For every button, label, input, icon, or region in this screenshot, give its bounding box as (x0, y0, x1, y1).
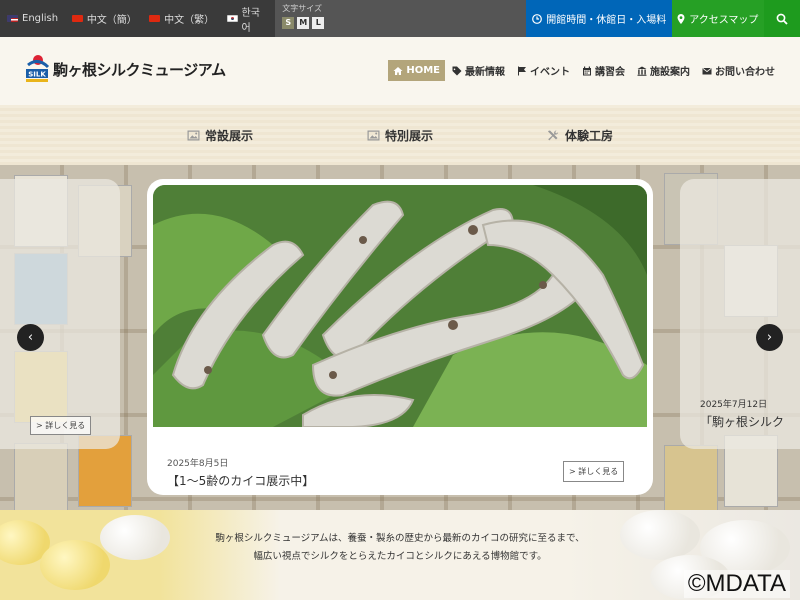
subnav-permanent-exhibit[interactable]: 常設展示 (187, 127, 253, 144)
calendar-icon (583, 66, 591, 75)
nav-facilities[interactable]: 施設案内 (632, 60, 695, 81)
hours-fees-link[interactable]: 開館時間・休館日・入場料 (526, 0, 673, 37)
poster-decoration (14, 443, 68, 510)
slide-previous[interactable]: > 詳しく見る (0, 179, 120, 449)
slider-next-button[interactable]: › (756, 324, 783, 351)
slide-more-link[interactable]: > 詳しく見る (563, 461, 625, 482)
poster-decoration (664, 445, 718, 510)
font-size-control: 文字サイズ S M L (275, 0, 527, 37)
map-pin-icon (677, 13, 685, 24)
search-button[interactable] (763, 0, 800, 37)
site-logo[interactable]: SILK 駒ヶ根シルクミュージアム (24, 53, 226, 85)
tw-flag-icon (149, 15, 161, 22)
lang-zh-traditional[interactable]: 中文（繁） (142, 0, 219, 37)
kr-flag-icon (226, 15, 238, 22)
top-bar: English 中文（簡） 中文（繁） 한국어 文字サイズ S M L 開館時間… (0, 0, 800, 37)
nav-home[interactable]: HOME (388, 60, 445, 81)
tag-icon (452, 66, 462, 75)
lang-korean[interactable]: 한국어 (220, 0, 276, 37)
nav-workshops[interactable]: 講習会 (577, 60, 630, 81)
clock-icon (532, 13, 543, 24)
tools-icon (547, 130, 559, 140)
slide-current[interactable]: 2025年8月5日 【1～5齢のカイコ展示中】 > 詳しく見る (147, 179, 653, 495)
slide-title: 【1～5齢のカイコ展示中】 (167, 474, 315, 488)
subnav-special-exhibit[interactable]: 特別展示 (367, 127, 433, 144)
slide-next-title: 「駒ヶ根シルク (700, 415, 785, 429)
intro-text: 駒ヶ根シルクミュージアムは、養蚕・製糸の歴史から最新のカイコの研究に至るまで、 … (215, 533, 585, 562)
copyright-watermark: ©MDATA (683, 570, 790, 598)
exhibit-nav: 常設展示 特別展示 体験工房 (0, 105, 800, 165)
search-icon (776, 13, 788, 25)
site-logo-text: 駒ヶ根シルクミュージアム (53, 60, 226, 79)
us-flag-icon (7, 15, 18, 22)
lang-english[interactable]: English (0, 0, 65, 37)
silkworm-photo (153, 185, 647, 427)
font-size-label: 文字サイズ (282, 4, 323, 13)
font-size-large-button[interactable]: L (312, 17, 325, 29)
mail-icon (702, 67, 712, 74)
slide-date: 2025年8月5日 (167, 459, 229, 469)
access-map-link[interactable]: アクセスマップ (672, 0, 764, 37)
news-slider: > 詳しく見る 2025年7月12日 「駒ヶ根シルク 2025年8月5日 【1～… (0, 165, 800, 510)
font-size-small-button[interactable]: S (282, 17, 295, 29)
slide-previous-more-link[interactable]: > 詳しく見る (30, 416, 92, 435)
home-icon (393, 66, 403, 75)
slider-prev-button[interactable]: ‹ (17, 324, 44, 351)
subnav-workshop[interactable]: 体験工房 (547, 127, 613, 144)
nav-contact[interactable]: お問い合わせ (697, 60, 780, 81)
font-size-medium-button[interactable]: M (297, 17, 310, 29)
slide-next-date: 2025年7月12日 (700, 400, 768, 410)
image-icon (187, 130, 200, 140)
main-nav: HOME 最新情報 イベント 講習会 施設案内 お問い合わせ (388, 60, 780, 81)
svg-text:SILK: SILK (28, 71, 46, 79)
intro-section: 駒ヶ根シルクミュージアムは、養蚕・製糸の歴史から最新のカイコの研究に至るまで、 … (0, 510, 800, 600)
cn-flag-icon (72, 15, 83, 22)
image-icon (367, 130, 380, 140)
nav-events[interactable]: イベント (512, 60, 575, 81)
building-icon (637, 66, 647, 76)
silk-logo-icon: SILK (26, 55, 50, 82)
chevron-right-icon: › (766, 330, 773, 345)
lang-zh-simplified[interactable]: 中文（簡） (65, 0, 142, 37)
site-header: SILK 駒ヶ根シルクミュージアム HOME 最新情報 イベント 講習会 施設案… (0, 37, 800, 105)
slide-next[interactable]: 2025年7月12日 「駒ヶ根シルク (680, 179, 800, 449)
flag-icon (518, 66, 526, 75)
language-switcher: English 中文（簡） 中文（繁） 한국어 (0, 0, 275, 37)
nav-news[interactable]: 最新情報 (447, 60, 510, 81)
chevron-left-icon: ‹ (27, 330, 34, 345)
